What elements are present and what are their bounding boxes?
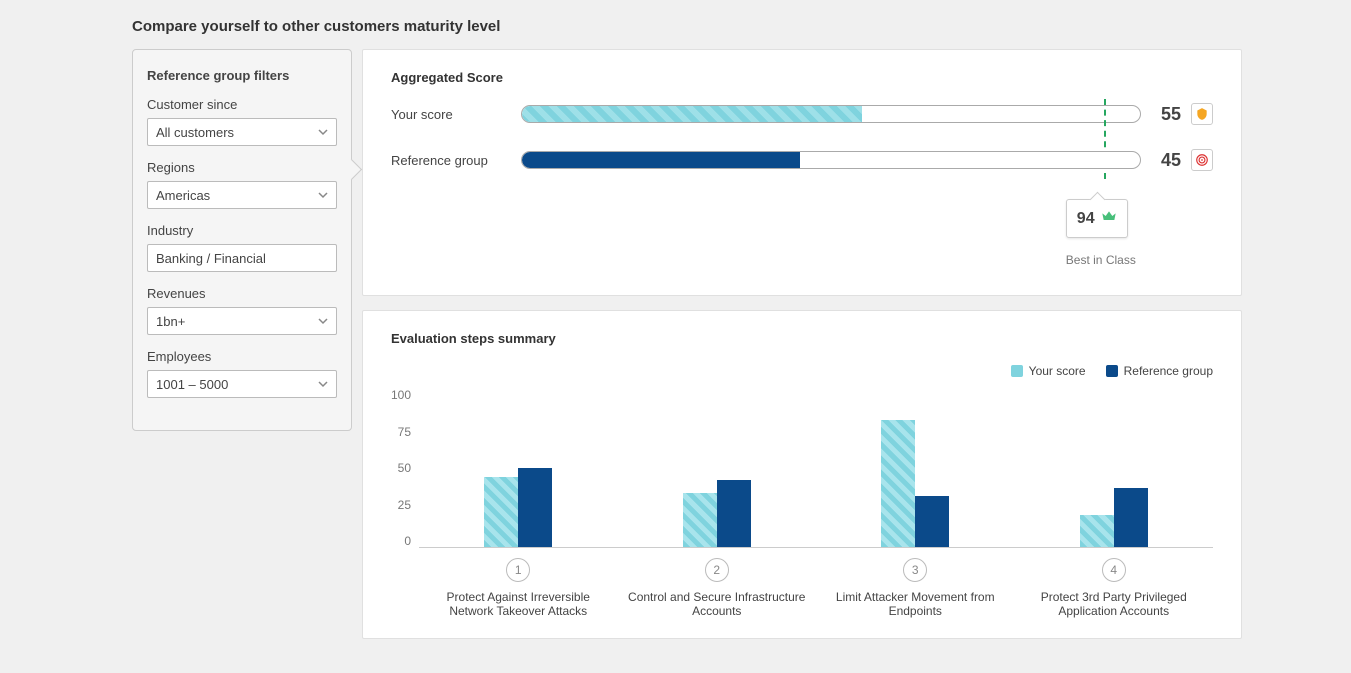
chart-column — [618, 388, 817, 547]
filter-label-employees: Employees — [147, 349, 337, 364]
filter-value: 1bn+ — [156, 314, 185, 329]
bar-reference-group — [518, 468, 552, 548]
filter-select-revenues[interactable]: 1bn+ — [147, 307, 337, 335]
bar-your-score — [683, 493, 717, 547]
filter-select-regions[interactable]: Americas — [147, 181, 337, 209]
filter-select-employees[interactable]: 1001 – 5000 — [147, 370, 337, 398]
y-tick: 75 — [398, 425, 411, 439]
bar-your-score — [1080, 515, 1114, 547]
bar-reference-group — [717, 480, 751, 547]
chevron-down-icon — [318, 379, 328, 389]
page-title: Compare yourself to other customers matu… — [20, 0, 1331, 49]
bar-your-score — [881, 420, 915, 547]
filter-label-customer-since: Customer since — [147, 97, 337, 112]
legend-swatch-ref — [1106, 365, 1118, 377]
y-tick: 0 — [404, 534, 411, 548]
chart-category: 2 Control and Secure Infrastructure Accou… — [618, 558, 817, 618]
y-tick: 50 — [398, 461, 411, 475]
category-number: 2 — [705, 558, 729, 582]
chevron-down-icon — [318, 127, 328, 137]
category-number: 1 — [506, 558, 530, 582]
category-number: 4 — [1102, 558, 1126, 582]
category-label: Protect 3rd Party Privileged Application… — [1015, 590, 1214, 618]
filter-sidebar: Reference group filters Customer since A… — [132, 49, 352, 431]
chart-category: 1 Protect Against Irreversible Network Ta… — [419, 558, 618, 618]
legend-label: Your score — [1029, 364, 1086, 378]
filter-label-industry: Industry — [147, 223, 337, 238]
chart-category: 4 Protect 3rd Party Privileged Applicatio… — [1015, 558, 1214, 618]
filter-select-customer-since[interactable]: All customers — [147, 118, 337, 146]
shield-icon — [1191, 103, 1213, 125]
category-label: Control and Secure Infrastructure Accoun… — [618, 590, 817, 618]
reference-group-value: 45 — [1151, 150, 1181, 171]
filter-label-revenues: Revenues — [147, 286, 337, 301]
filter-value: Banking / Financial — [156, 251, 266, 266]
filter-value: All customers — [156, 125, 234, 140]
best-in-class-badge: 94 — [1066, 199, 1128, 238]
your-score-label: Your score — [391, 107, 511, 122]
bar-reference-group — [915, 496, 949, 547]
legend-swatch-your — [1011, 365, 1023, 377]
best-in-class-label: Best in Class — [1066, 253, 1136, 267]
evaluation-summary-title: Evaluation steps summary — [391, 331, 1213, 346]
chart-column — [1015, 388, 1214, 547]
chevron-down-icon — [318, 316, 328, 326]
chart-column — [816, 388, 1015, 547]
category-number: 3 — [903, 558, 927, 582]
legend-reference-group: Reference group — [1106, 364, 1213, 378]
filter-value: 1001 – 5000 — [156, 377, 228, 392]
category-label: Protect Against Irreversible Network Tak… — [419, 590, 618, 618]
chevron-down-icon — [318, 190, 328, 200]
target-icon — [1191, 149, 1213, 171]
bar-your-score — [484, 477, 518, 547]
y-tick: 100 — [391, 388, 411, 402]
category-label: Limit Attacker Movement from Endpoints — [816, 590, 1015, 618]
aggregated-score-title: Aggregated Score — [391, 70, 1213, 85]
crown-icon — [1101, 208, 1117, 229]
sidebar-title: Reference group filters — [147, 68, 337, 83]
filter-value: Americas — [156, 188, 210, 203]
chart-category: 3 Limit Attacker Movement from Endpoints — [816, 558, 1015, 618]
evaluation-summary-card: Evaluation steps summary Your score Refe… — [362, 310, 1242, 639]
chart-y-axis: 100 75 50 25 0 — [391, 388, 419, 548]
aggregated-score-card: Aggregated Score Your score 55 Reference… — [362, 49, 1242, 296]
legend-your-score: Your score — [1011, 364, 1086, 378]
legend-label: Reference group — [1124, 364, 1213, 378]
best-in-class-value: 94 — [1077, 210, 1095, 228]
chart-column — [419, 388, 618, 547]
evaluation-chart: 100 75 50 25 0 — [391, 388, 1213, 548]
your-score-value: 55 — [1151, 104, 1181, 125]
filter-label-regions: Regions — [147, 160, 337, 175]
reference-group-label: Reference group — [391, 153, 511, 168]
filter-select-industry[interactable]: Banking / Financial — [147, 244, 337, 272]
bar-reference-group — [1114, 488, 1148, 547]
y-tick: 25 — [398, 498, 411, 512]
